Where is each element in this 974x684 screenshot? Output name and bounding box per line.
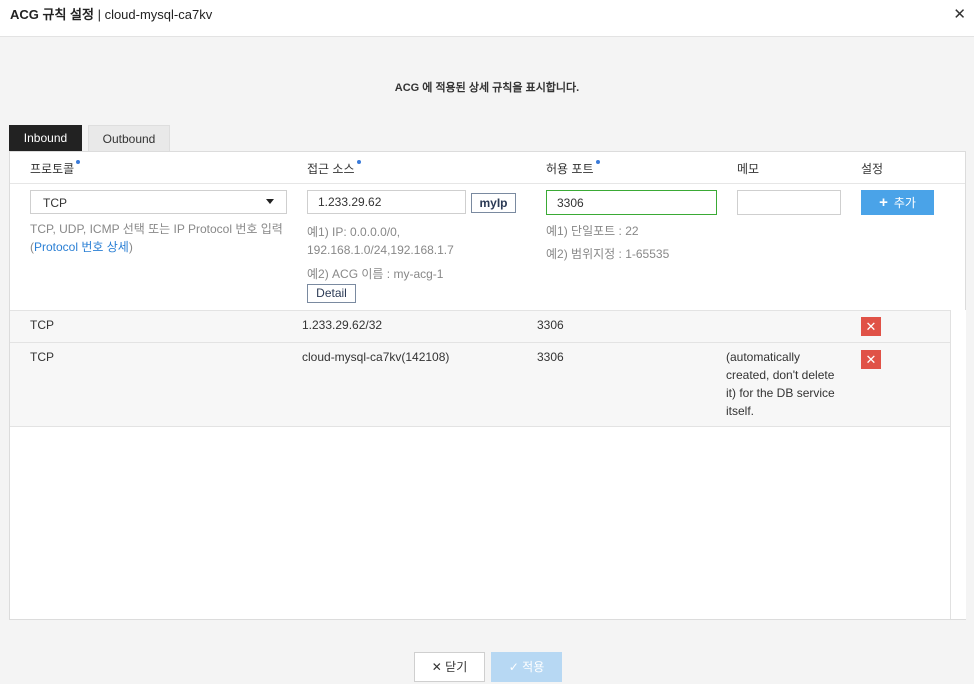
- header-divider: [10, 183, 965, 184]
- add-rule-label: 추가: [893, 196, 916, 210]
- rule-memo: (automatically created, don't delete it)…: [726, 348, 846, 420]
- protocol-hint-close: ): [128, 240, 133, 254]
- tab-inbound[interactable]: Inbound: [9, 125, 82, 151]
- column-header-protocol: 프로토콜: [30, 160, 81, 177]
- row-divider: [10, 426, 950, 427]
- source-hint-line-3: 예2) ACG 이름 : my-acg-1: [307, 267, 444, 281]
- apply-button-label: 적용: [522, 660, 545, 674]
- close-button[interactable]: ✕ 닫기: [414, 652, 485, 682]
- caret-down-icon: [266, 199, 274, 204]
- rule-memo-line: it) for the DB service: [726, 386, 835, 400]
- port-hint-line-2: 예2) 범위지정 : 1-65535: [546, 247, 670, 261]
- protocol-number-detail-link[interactable]: Protocol 번호 상세: [34, 240, 129, 254]
- rule-memo-line: itself.: [726, 404, 755, 418]
- dialog-title: ACG 규칙 설정 | cloud-mysql-ca7kv: [10, 4, 212, 23]
- source-hint-line-1: 예1) IP: 0.0.0.0/0,: [307, 225, 401, 239]
- column-header-settings: 설정: [861, 162, 884, 176]
- memo-input[interactable]: [737, 190, 841, 215]
- source-hint-line-2: 192.168.1.0/24,192.168.1.7: [307, 243, 454, 257]
- apply-button[interactable]: ✓ 적용: [491, 652, 562, 682]
- close-button-label: 닫기: [445, 660, 468, 674]
- rule-port: 3306: [537, 350, 564, 364]
- port-input[interactable]: [546, 190, 717, 215]
- protocol-select[interactable]: TCP: [30, 190, 287, 214]
- check-icon: ✓: [508, 660, 519, 674]
- column-header-protocol-label: 프로토콜: [30, 162, 75, 176]
- row-divider: [10, 310, 950, 311]
- protocol-select-value: TCP: [43, 196, 67, 210]
- source-hint: 예1) IP: 0.0.0.0/0, 192.168.1.0/24,192.16…: [307, 223, 537, 283]
- dialog-title-main: ACG 규칙 설정: [10, 7, 94, 22]
- close-icon[interactable]: ✕: [953, 5, 966, 23]
- protocol-hint-link-line: (Protocol 번호 상세): [30, 238, 300, 256]
- delete-rule-button[interactable]: ✕: [861, 317, 881, 336]
- delete-rule-button[interactable]: ✕: [861, 350, 881, 369]
- rule-protocol: TCP: [30, 318, 54, 332]
- row-divider: [10, 342, 950, 343]
- column-header-port: 허용 포트: [546, 160, 600, 177]
- port-hint-line-1: 예1) 단일포트 : 22: [546, 224, 639, 238]
- detail-button[interactable]: Detail: [307, 284, 356, 303]
- port-hint: 예1) 단일포트 : 22 예2) 범위지정 : 1-65535: [546, 220, 726, 266]
- required-dot-icon: [595, 160, 600, 164]
- column-header-source: 접근 소스: [307, 160, 361, 177]
- close-icon: ✕: [431, 660, 442, 674]
- required-dot-icon: [76, 160, 81, 164]
- add-rule-button[interactable]: + 추가: [861, 190, 934, 215]
- protocol-hint-line: TCP, UDP, ICMP 선택 또는 IP Protocol 번호 입력: [30, 222, 283, 236]
- rule-port: 3306: [537, 318, 564, 332]
- dialog-title-sub: cloud-mysql-ca7kv: [104, 7, 213, 22]
- rules-list: TCP 1.233.29.62/32 3306 ✕ TCP cloud-mysq…: [10, 310, 950, 427]
- dialog-title-separator: |: [93, 7, 105, 22]
- rule-source: cloud-mysql-ca7kv(142108): [302, 350, 450, 364]
- tab-outbound[interactable]: Outbound: [88, 125, 170, 151]
- dialog-header: ACG 규칙 설정 | cloud-mysql-ca7kv ✕: [0, 0, 974, 37]
- rule-protocol: TCP: [30, 350, 54, 364]
- plus-icon: +: [879, 194, 888, 211]
- protocol-hint: TCP, UDP, ICMP 선택 또는 IP Protocol 번호 입력 (…: [30, 220, 300, 256]
- column-header-source-label: 접근 소스: [307, 162, 355, 176]
- description-text: ACG 에 적용된 상세 규칙을 표시합니다.: [394, 82, 580, 94]
- rule-memo-line: created, don't delete: [726, 368, 835, 382]
- required-dot-icon: [356, 160, 361, 164]
- column-header-memo: 메모: [737, 162, 760, 176]
- rule-memo-line: (automatically: [726, 350, 801, 364]
- rules-scrollbar[interactable]: [950, 310, 966, 619]
- source-input[interactable]: [307, 190, 466, 214]
- rules-panel: 프로토콜 접근 소스 허용 포트 메모 설정 TCP TCP, UDP, ICM…: [9, 151, 966, 620]
- rule-source: 1.233.29.62/32: [302, 318, 383, 332]
- myip-button[interactable]: myIp: [471, 193, 516, 213]
- column-header-port-label: 허용 포트: [546, 162, 594, 176]
